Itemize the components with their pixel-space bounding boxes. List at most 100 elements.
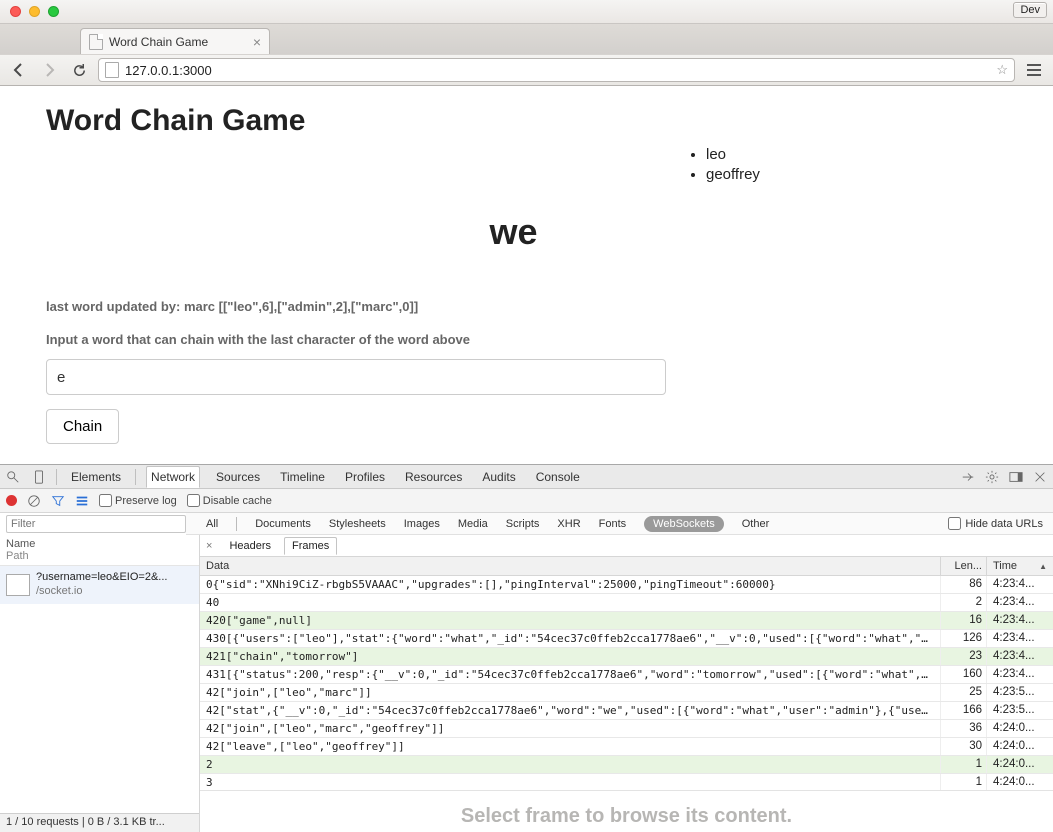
devtools-tab-console[interactable]: Console (532, 470, 584, 484)
preserve-log-label: Preserve log (115, 495, 177, 507)
preserve-log-checkbox[interactable]: Preserve log (99, 494, 177, 507)
request-name: ?username=leo&EIO=2&... (36, 571, 167, 585)
back-button[interactable] (8, 59, 30, 81)
devtools-tab-network[interactable]: Network (146, 466, 200, 488)
player-list: leogeoffrey (706, 146, 1027, 183)
network-filter-input[interactable] (6, 515, 186, 533)
frames-grid-header: Data Len... Time▲ (200, 557, 1053, 576)
devtools-tab-resources[interactable]: Resources (401, 470, 466, 484)
frames-hint: Select frame to browse its content. (200, 790, 1053, 832)
chrome-menu-icon[interactable] (1023, 59, 1045, 81)
browser-toolbar: 127.0.0.1:3000 ☆ (0, 54, 1053, 86)
devtools-tab-sources[interactable]: Sources (212, 470, 264, 484)
network-status-bar: 1 / 10 requests | 0 B / 3.1 KB tr... (0, 813, 199, 832)
inspect-icon[interactable] (6, 470, 20, 484)
frame-length: 30 (941, 738, 987, 755)
frame-data: 420["game",null] (200, 612, 941, 629)
browser-tab[interactable]: Word Chain Game × (80, 28, 270, 54)
maximize-window-icon[interactable] (48, 6, 59, 17)
devtools-tab-timeline[interactable]: Timeline (276, 470, 329, 484)
dock-side-icon[interactable] (1009, 470, 1023, 484)
forward-button[interactable] (38, 59, 60, 81)
frame-row[interactable]: 421["chain","tomorrow"]234:23:4... (200, 648, 1053, 666)
devtools-tab-elements[interactable]: Elements (67, 470, 125, 484)
devtools-close-icon[interactable] (1033, 470, 1047, 484)
close-window-icon[interactable] (10, 6, 21, 17)
subtab-headers[interactable]: Headers (222, 538, 278, 554)
record-icon[interactable] (6, 495, 17, 506)
subtab-frames[interactable]: Frames (284, 537, 337, 555)
request-path: /socket.io (36, 585, 167, 599)
frame-time: 4:23:4... (987, 630, 1053, 647)
filter-media[interactable]: Media (458, 518, 488, 530)
settings-gear-icon[interactable] (985, 470, 999, 484)
page-content: Word Chain Game leogeoffrey we last word… (0, 86, 1053, 464)
frame-row[interactable]: 42["leave",["leo","geoffrey"]]304:24:0..… (200, 738, 1053, 756)
frame-data: 3 (200, 774, 941, 790)
frame-row[interactable]: 430[{"users":["leo"],"stat":{"word":"wha… (200, 630, 1053, 648)
devtools-tab-profiles[interactable]: Profiles (341, 470, 389, 484)
player-item: leo (706, 146, 1027, 163)
col-data-header[interactable]: Data (200, 557, 941, 575)
window-titlebar: Dev (0, 0, 1053, 24)
filter-scripts[interactable]: Scripts (506, 518, 540, 530)
frame-data: 40 (200, 594, 941, 611)
filter-websockets[interactable]: WebSockets (644, 516, 724, 532)
frame-row[interactable]: 4024:23:4... (200, 594, 1053, 612)
frame-time: 4:24:0... (987, 756, 1053, 773)
col-length-header[interactable]: Len... (941, 557, 987, 575)
minimize-window-icon[interactable] (29, 6, 40, 17)
device-icon[interactable] (32, 470, 46, 484)
frame-time: 4:23:4... (987, 666, 1053, 683)
frame-row[interactable]: 42["join",["leo","marc"]]254:23:5... (200, 684, 1053, 702)
request-list-panel: Name Path ?username=leo&EIO=2&... /socke… (0, 535, 200, 832)
devtools-tab-audits[interactable]: Audits (478, 470, 519, 484)
frame-time: 4:23:4... (987, 594, 1053, 611)
frame-row[interactable]: 214:24:0... (200, 756, 1053, 774)
frame-row[interactable]: 314:24:0... (200, 774, 1053, 790)
frame-length: 126 (941, 630, 987, 647)
filter-images[interactable]: Images (404, 518, 440, 530)
filter-documents[interactable]: Documents (255, 518, 311, 530)
drawer-toggle-icon[interactable] (961, 470, 975, 484)
col-time-header[interactable]: Time▲ (987, 557, 1053, 575)
frame-time: 4:23:5... (987, 684, 1053, 701)
filter-all[interactable]: All (206, 518, 218, 530)
frame-row[interactable]: 420["game",null]164:23:4... (200, 612, 1053, 630)
address-bar[interactable]: 127.0.0.1:3000 ☆ (98, 58, 1015, 82)
request-row[interactable]: ?username=leo&EIO=2&... /socket.io (0, 566, 199, 604)
view-icon[interactable] (75, 494, 89, 508)
disable-cache-checkbox[interactable]: Disable cache (187, 494, 272, 507)
frame-data: 421["chain","tomorrow"] (200, 648, 941, 665)
last-updated-line: last word updated by: marc [["leo",6],["… (46, 299, 1027, 314)
filter-icon[interactable] (51, 494, 65, 508)
reload-button[interactable] (68, 59, 90, 81)
dev-badge: Dev (1013, 2, 1047, 18)
frame-row[interactable]: 0{"sid":"XNhi9CiZ-rbgbS5VAAAC","upgrades… (200, 576, 1053, 594)
chain-button[interactable]: Chain (46, 409, 119, 444)
filter-xhr[interactable]: XHR (557, 518, 580, 530)
frame-length: 1 (941, 774, 987, 790)
tab-close-icon[interactable]: × (253, 35, 261, 49)
frame-time: 4:24:0... (987, 720, 1053, 737)
devtools-panel: Elements Network Sources Timeline Profile… (0, 464, 1053, 832)
clear-icon[interactable] (27, 494, 41, 508)
bookmark-star-icon[interactable]: ☆ (996, 62, 1008, 78)
frame-data: 431[{"status":200,"resp":{"__v":0,"_id":… (200, 666, 941, 683)
word-input[interactable] (46, 359, 666, 395)
filter-fonts[interactable]: Fonts (599, 518, 627, 530)
hide-data-urls-checkbox[interactable]: Hide data URLs (948, 517, 1043, 530)
frame-length: 16 (941, 612, 987, 629)
filter-other[interactable]: Other (742, 518, 770, 530)
frame-length: 1 (941, 756, 987, 773)
close-request-icon[interactable]: × (206, 540, 212, 552)
frame-row[interactable]: 431[{"status":200,"resp":{"__v":0,"_id":… (200, 666, 1053, 684)
frames-grid-body[interactable]: 0{"sid":"XNhi9CiZ-rbgbS5VAAAC","upgrades… (200, 576, 1053, 790)
frame-length: 160 (941, 666, 987, 683)
frame-time: 4:23:4... (987, 576, 1053, 593)
sort-asc-icon: ▲ (1039, 562, 1047, 571)
filter-stylesheets[interactable]: Stylesheets (329, 518, 386, 530)
frame-row[interactable]: 42["join",["leo","marc","geoffrey"]]364:… (200, 720, 1053, 738)
frame-row[interactable]: 42["stat",{"__v":0,"_id":"54cec37c0ffeb2… (200, 702, 1053, 720)
network-toolbar: Preserve log Disable cache (0, 489, 1053, 513)
